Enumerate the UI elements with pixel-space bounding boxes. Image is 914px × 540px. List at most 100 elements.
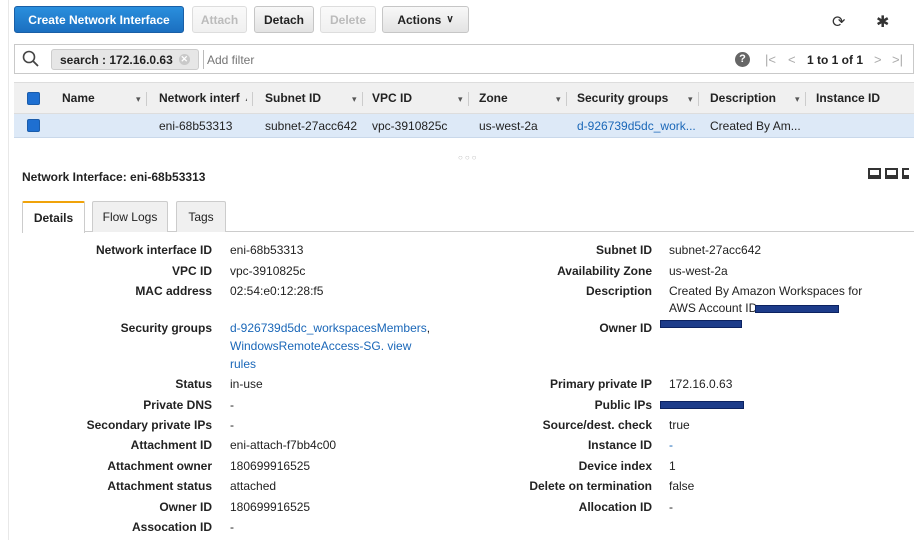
detach-button[interactable]: Detach <box>254 6 314 33</box>
value-attachment-status: attached <box>230 479 277 493</box>
help-icon[interactable]: ? <box>735 52 750 67</box>
label-availability-zone: Availability Zone <box>557 264 652 278</box>
value-network-interface-id: eni-68b53313 <box>230 243 304 257</box>
tab-flow-logs[interactable]: Flow Logs <box>92 201 168 232</box>
last-page-icon[interactable]: >| <box>892 52 903 67</box>
select-all-checkbox[interactable] <box>27 92 40 105</box>
label-description: Description <box>585 284 652 298</box>
value-security-groups-line1: d-926739d5dc_workspacesMembers, <box>230 321 430 335</box>
separator: , <box>426 321 431 335</box>
redaction-bar <box>660 401 744 409</box>
toolbar: Create Network Interface Attach Detach D… <box>14 6 914 34</box>
create-network-interface-button[interactable]: Create Network Interface <box>14 6 184 33</box>
view-rules-link[interactable]: rules <box>230 357 256 371</box>
previous-page-icon[interactable]: < <box>788 52 796 67</box>
redaction-bar <box>660 320 742 328</box>
ec2-network-interfaces-page: Create Network Interface Attach Detach D… <box>0 0 914 540</box>
chevron-down-icon: ▾ <box>136 94 141 104</box>
delete-button[interactable]: Delete <box>320 6 376 33</box>
chevron-down-icon: ▾ <box>352 94 357 104</box>
tab-tags[interactable]: Tags <box>176 201 226 232</box>
column-security-groups-label: Security groups <box>577 91 669 105</box>
column-description-label: Description <box>710 91 777 105</box>
row-checkbox[interactable] <box>27 119 40 132</box>
label-source-dest-check: Source/dest. check <box>542 418 652 432</box>
label-subnet-id: Subnet ID <box>596 243 652 257</box>
pane-layout-icons <box>868 168 909 179</box>
pane-layout-full-icon[interactable] <box>902 168 909 179</box>
actions-dropdown[interactable]: Actions ∨ <box>382 6 469 33</box>
pane-layout-bottom-icon[interactable] <box>868 168 881 179</box>
cell-name <box>62 114 142 137</box>
gear-icon[interactable]: ✱ <box>876 12 889 32</box>
detail-tabs: Details Flow Logs Tags <box>22 201 914 233</box>
label-status: Status <box>175 377 212 391</box>
table-header: Name ▾ Network interf ▲ Subnet ID ▾ VPC … <box>14 82 914 114</box>
column-network-interface-label: Network interf <box>159 91 240 105</box>
cell-security-groups-link[interactable]: d-926739d5dc_work... <box>577 114 702 137</box>
chevron-down-icon: ▾ <box>795 94 800 104</box>
search-filter-chip[interactable]: search : 172.16.0.63 ✕ <box>51 49 199 70</box>
table-row[interactable]: eni-68b53313 subnet-27acc642 vpc-3910825… <box>14 114 914 138</box>
column-security-groups[interactable]: Security groups <box>577 83 687 113</box>
column-subnet-id[interactable]: Subnet ID <box>265 83 355 113</box>
column-zone-label: Zone <box>479 91 508 105</box>
value-device-index: 1 <box>669 459 676 473</box>
first-page-icon[interactable]: |< <box>765 52 776 67</box>
label-secondary-private-ips: Secondary private IPs <box>86 418 212 432</box>
security-group-link-workspaces[interactable]: d-926739d5dc_workspacesMembers <box>230 321 427 335</box>
cell-vpc-id: vpc-3910825c <box>372 118 448 133</box>
column-description[interactable]: Description <box>710 83 800 113</box>
column-network-interface[interactable]: Network interf ▲ <box>159 83 247 113</box>
tab-details[interactable]: Details <box>22 201 85 233</box>
attach-button[interactable]: Attach <box>192 6 247 33</box>
refresh-icon[interactable]: ⟳ <box>832 12 845 32</box>
pagination-text: 1 to 1 of 1 <box>807 53 864 67</box>
redaction-bar <box>755 305 839 313</box>
label-private-dns: Private DNS <box>143 398 212 412</box>
view-rules-link-text[interactable]: . view <box>381 339 412 353</box>
pane-layout-split-icon[interactable] <box>885 168 898 179</box>
value-description-line2: AWS Account ID <box>669 301 758 315</box>
column-vpc-id[interactable]: VPC ID <box>372 83 462 113</box>
column-zone[interactable]: Zone <box>479 83 549 113</box>
value-owner-id: 180699916525 <box>230 500 311 514</box>
label-allocation-id: Allocation ID <box>578 500 652 514</box>
label-attachment-owner: Attachment owner <box>107 459 212 473</box>
chevron-down-icon: ▾ <box>688 94 693 104</box>
value-allocation-id: - <box>669 500 673 514</box>
label-instance-id: Instance ID <box>587 438 652 452</box>
label-device-index: Device index <box>578 459 652 473</box>
chevron-down-icon: ∨ <box>446 14 454 25</box>
label-security-groups: Security groups <box>120 321 212 335</box>
cell-network-interface: eni-68b53313 <box>159 118 233 133</box>
left-border <box>8 0 9 540</box>
label-primary-private-ip: Primary private IP <box>549 377 652 391</box>
label-attachment-id: Attachment ID <box>130 438 212 452</box>
label-vpc-id: VPC ID <box>171 264 212 278</box>
column-instance-id[interactable]: Instance ID <box>816 83 906 113</box>
add-filter-input[interactable] <box>203 50 603 69</box>
search-icon <box>22 50 39 67</box>
next-page-icon[interactable]: > <box>874 52 882 67</box>
label-attachment-status: Attachment status <box>107 479 212 493</box>
pane-resize-handle[interactable]: ○○○ <box>458 153 479 162</box>
value-attachment-owner: 180699916525 <box>230 459 311 473</box>
label-mac-address: MAC address <box>135 284 212 298</box>
value-instance-id: - <box>669 438 673 452</box>
column-name[interactable]: Name <box>62 83 142 113</box>
label-network-interface-id: Network interface ID <box>95 243 212 257</box>
chevron-down-icon: ▾ <box>556 94 561 104</box>
value-mac-address: 02:54:e0:12:28:f5 <box>230 284 324 298</box>
column-name-label: Name <box>62 91 95 105</box>
value-primary-private-ip: 172.16.0.63 <box>669 377 733 391</box>
cell-instance-id <box>816 114 906 137</box>
column-subnet-id-label: Subnet ID <box>265 91 321 105</box>
close-icon[interactable]: ✕ <box>178 54 190 65</box>
value-source-dest-check: true <box>669 418 690 432</box>
value-delete-on-termination: false <box>669 479 695 493</box>
value-association-id: - <box>230 520 234 534</box>
security-group-link-windows-remote[interactable]: WindowsRemoteAccess-SG <box>230 339 381 353</box>
value-description-line1: Created By Amazon Workspaces for <box>669 284 863 298</box>
panel-title: Network Interface: eni-68b53313 <box>22 170 206 184</box>
